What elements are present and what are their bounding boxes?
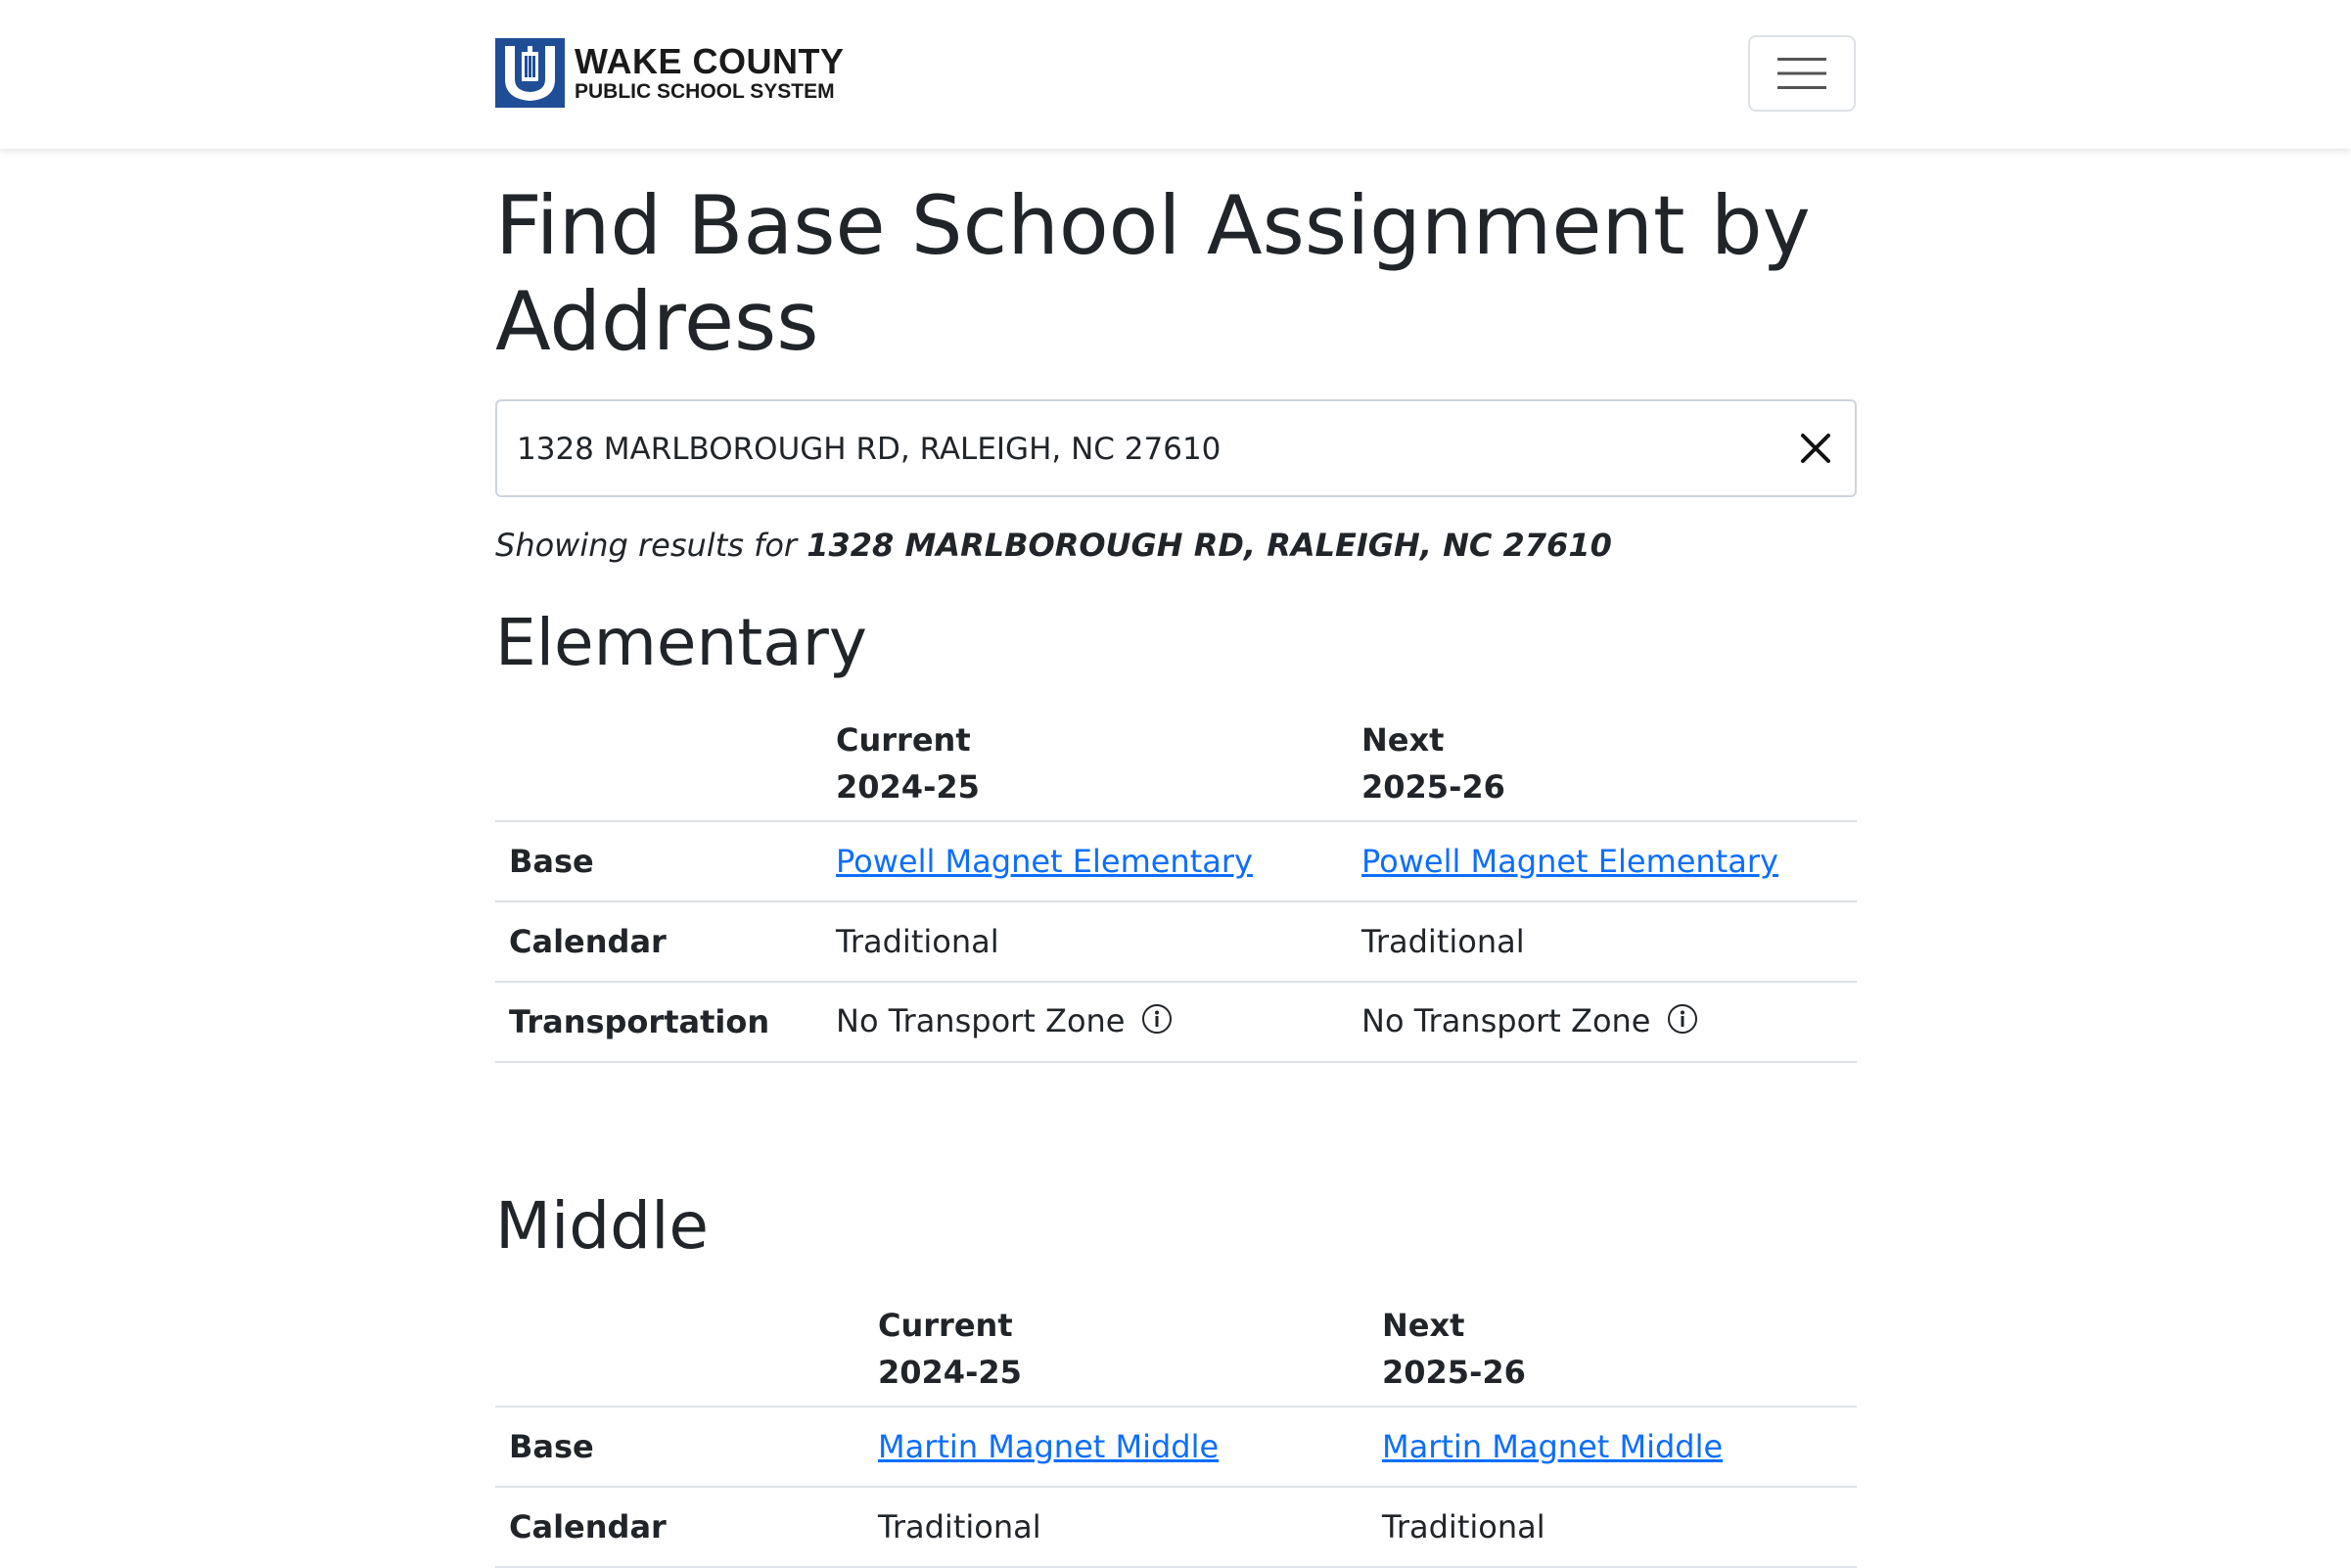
table-header-row: Current 2024-25 Next 2025-26 [495, 1300, 1857, 1407]
table-row: Calendar Traditional Traditional [495, 1487, 1857, 1568]
table-row: Calendar Traditional Traditional [495, 901, 1857, 983]
base-current-cell: Powell Magnet Elementary [822, 821, 1348, 902]
info-icon[interactable] [1667, 1003, 1698, 1042]
row-label-header [495, 715, 822, 822]
brand-subtitle: PUBLIC SCHOOL SYSTEM [575, 80, 835, 103]
address-search-box [495, 399, 1857, 497]
next-label: Next [1382, 1307, 1465, 1344]
transportation-current-text: No Transport Zone [836, 1001, 1126, 1039]
base-next-school-link[interactable]: Martin Magnet Middle [1382, 1428, 1723, 1465]
table-row: Base Martin Magnet Middle Martin Magnet … [495, 1407, 1857, 1488]
school-building-icon [495, 38, 565, 108]
next-year: 2025-26 [1382, 1354, 1526, 1391]
current-year-header: Current 2024-25 [864, 1300, 1368, 1407]
current-label: Current [836, 721, 971, 759]
page-title: Find Base School Assignment by Address [495, 178, 1811, 369]
results-prefix: Showing results for [495, 527, 798, 564]
base-current-school-link[interactable]: Martin Magnet Middle [878, 1428, 1219, 1465]
next-year-header: Next 2025-26 [1348, 715, 1857, 822]
table-row: Base Powell Magnet Elementary Powell Mag… [495, 821, 1857, 902]
base-next-cell: Powell Magnet Elementary [1348, 821, 1857, 902]
clear-search-button[interactable] [1798, 431, 1833, 466]
current-year: 2024-25 [878, 1354, 1022, 1391]
middle-assignment-table: Current 2024-25 Next 2025-26 Base Martin… [495, 1300, 1857, 1568]
calendar-next-cell: Traditional [1368, 1487, 1857, 1568]
elementary-assignment-table: Current 2024-25 Next 2025-26 Base Powell… [495, 715, 1857, 1063]
current-year-header: Current 2024-25 [822, 715, 1348, 822]
top-navbar: WAKE COUNTY PUBLIC SCHOOL SYSTEM [0, 0, 2351, 149]
table-header-row: Current 2024-25 Next 2025-26 [495, 715, 1857, 822]
calendar-current-cell: Traditional [864, 1487, 1368, 1568]
table-row: Transportation No Transport Zone No Tran… [495, 982, 1857, 1063]
hamburger-icon [1777, 58, 1826, 89]
results-summary: Showing results for 1328 MARLBOROUGH RD,… [495, 527, 1612, 564]
info-icon[interactable] [1141, 1003, 1173, 1042]
calendar-next-cell: Traditional [1348, 901, 1857, 983]
row-label-header [495, 1300, 864, 1407]
brand-logo-link[interactable]: WAKE COUNTY PUBLIC SCHOOL SYSTEM [495, 38, 845, 108]
middle-heading: Middle [495, 1188, 710, 1264]
address-search-input[interactable] [515, 401, 1742, 497]
transportation-next-cell: No Transport Zone [1348, 982, 1857, 1063]
base-current-cell: Martin Magnet Middle [864, 1407, 1368, 1488]
current-label: Current [878, 1307, 1013, 1344]
row-label-base: Base [495, 1407, 864, 1488]
row-label-transportation: Transportation [495, 982, 822, 1063]
results-address: 1328 MARLBOROUGH RD, RALEIGH, NC 27610 [807, 527, 1612, 564]
calendar-current-cell: Traditional [822, 901, 1348, 983]
row-label-base: Base [495, 821, 822, 902]
next-year: 2025-26 [1361, 768, 1505, 806]
menu-toggle-button[interactable] [1748, 35, 1856, 112]
brand-text: WAKE COUNTY PUBLIC SCHOOL SYSTEM [575, 41, 845, 103]
next-year-header: Next 2025-26 [1368, 1300, 1857, 1407]
navbar-container: WAKE COUNTY PUBLIC SCHOOL SYSTEM [495, 0, 1856, 149]
base-current-school-link[interactable]: Powell Magnet Elementary [836, 843, 1253, 880]
close-icon [1801, 434, 1830, 463]
transportation-next-text: No Transport Zone [1361, 1001, 1651, 1039]
base-next-cell: Martin Magnet Middle [1368, 1407, 1857, 1488]
brand-name: WAKE COUNTY [575, 41, 845, 81]
transportation-current-cell: No Transport Zone [822, 982, 1348, 1063]
next-label: Next [1361, 721, 1445, 759]
base-next-school-link[interactable]: Powell Magnet Elementary [1361, 843, 1778, 880]
current-year: 2024-25 [836, 768, 980, 806]
row-label-calendar: Calendar [495, 901, 822, 983]
elementary-heading: Elementary [495, 605, 867, 680]
row-label-calendar: Calendar [495, 1487, 864, 1568]
